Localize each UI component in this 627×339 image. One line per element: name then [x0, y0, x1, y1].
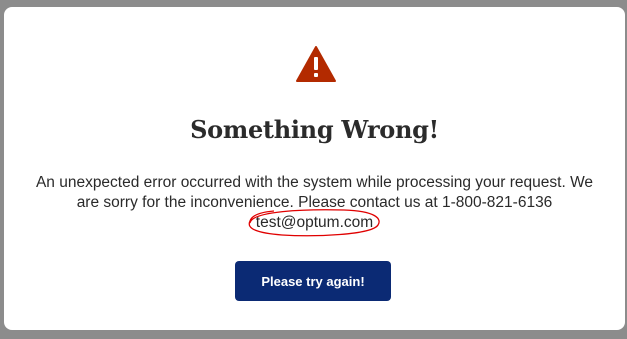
try-again-button[interactable]: Please try again!: [235, 261, 391, 301]
error-dialog: Something Wrong! An unexpected error occ…: [4, 7, 625, 330]
support-email: test@optum.com: [255, 214, 374, 231]
error-message: An unexpected error occurred with the sy…: [32, 173, 597, 237]
error-message-text: An unexpected error occurred with the sy…: [35, 174, 594, 211]
warning-triangle-icon: [296, 46, 336, 82]
dialog-title: Something Wrong!: [190, 115, 439, 144]
support-email-wrap: test@optum.com: [248, 209, 380, 237]
